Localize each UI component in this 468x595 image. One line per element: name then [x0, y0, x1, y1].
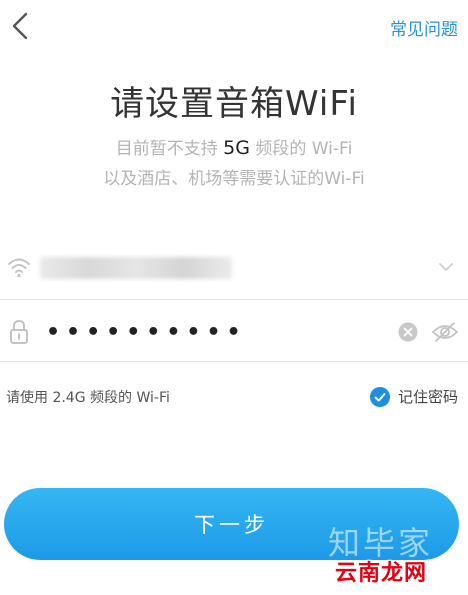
wifi-icon	[8, 258, 30, 278]
back-button[interactable]	[8, 10, 36, 42]
eye-off-icon[interactable]	[431, 321, 459, 343]
subtitle-line-2: 以及酒店、机场等需要认证的Wi-Fi	[103, 169, 365, 189]
chevron-down-icon[interactable]	[438, 262, 454, 272]
password-field[interactable]	[46, 316, 376, 348]
wifi-select-row[interactable]	[0, 240, 468, 300]
subtitle-line-1: 目前暂不支持 5G 频段的 Wi-Fi	[0, 134, 468, 159]
lock-icon	[10, 320, 28, 344]
remember-password-label: 记住密码	[397, 388, 458, 406]
subtitle-suffix: 频段的 Wi-Fi	[255, 139, 353, 159]
checkbox-checked-icon[interactable]	[369, 386, 390, 407]
password-row	[0, 302, 468, 362]
remember-password-toggle[interactable]: 记住密码	[369, 386, 458, 407]
page-title: 请设置音箱WiFi	[110, 84, 358, 124]
subtitle-5g: 5G	[223, 137, 250, 159]
ssid-value-blurred	[40, 257, 232, 279]
clear-circle-icon[interactable]	[398, 322, 418, 342]
watermark-site: 云南龙网	[335, 561, 428, 586]
band-hint: 请使用 2.4G 频段的 Wi-Fi	[6, 390, 170, 406]
subtitle-prefix: 目前暂不支持	[115, 139, 218, 159]
faq-link[interactable]: 常见问题	[390, 15, 458, 40]
chevron-left-icon	[12, 12, 28, 40]
